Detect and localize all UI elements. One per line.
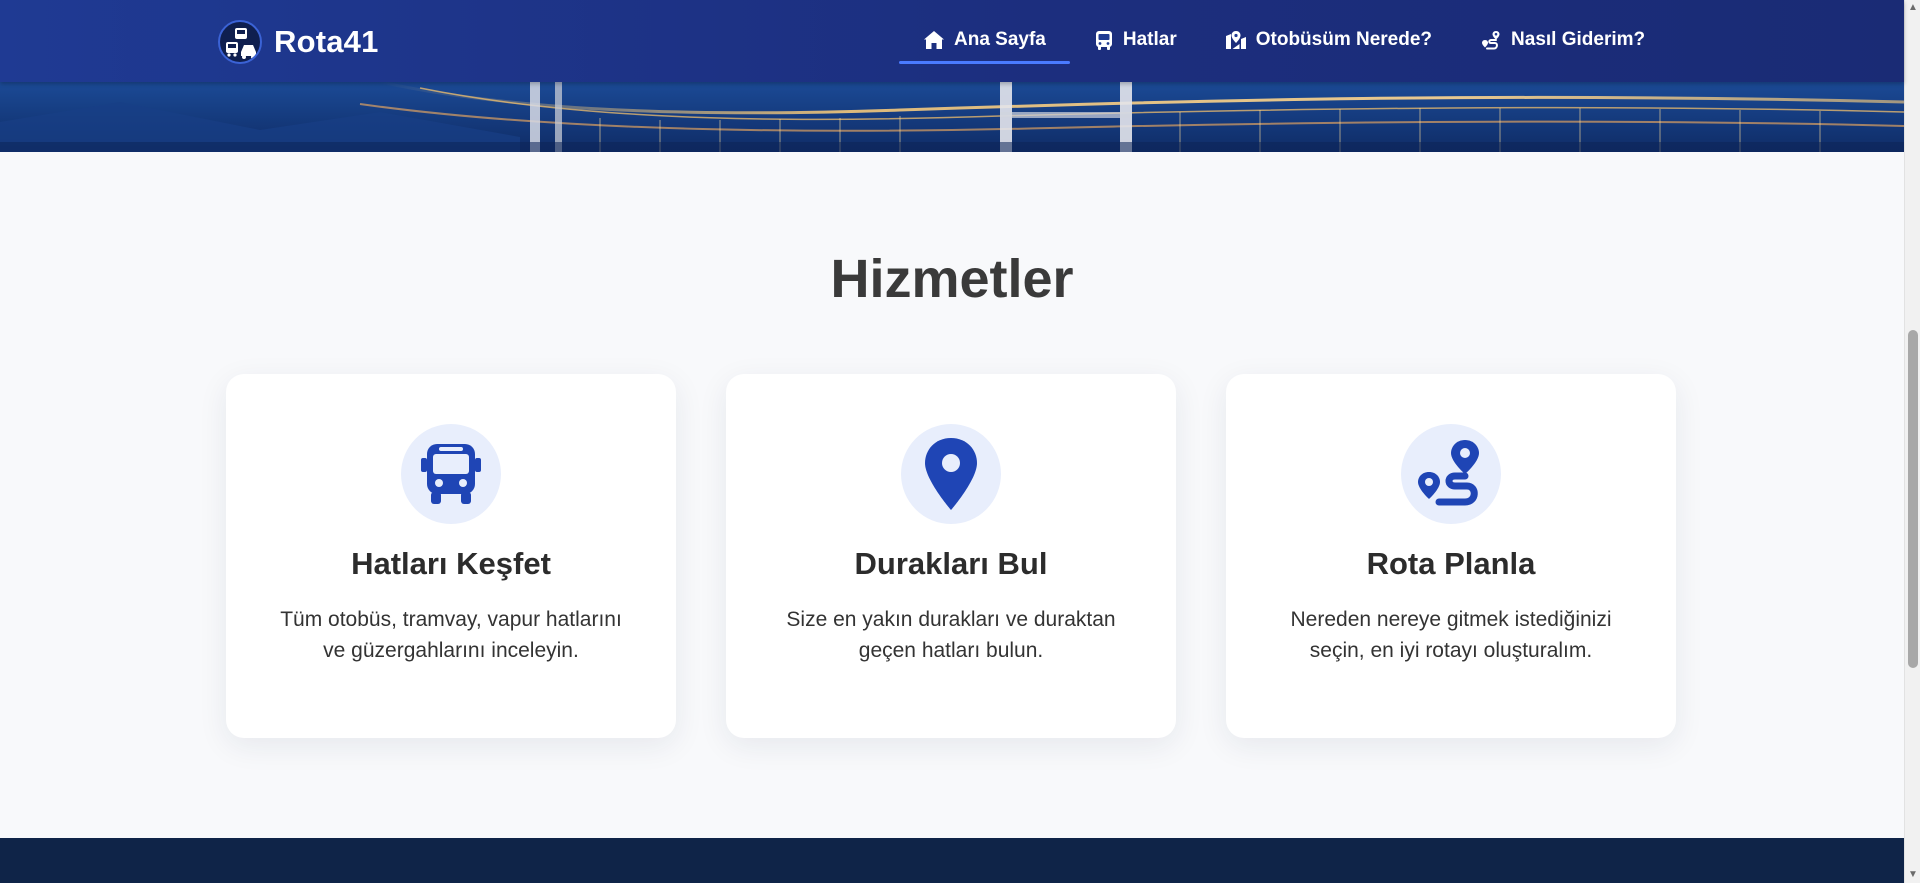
card-icon-circle bbox=[1401, 424, 1501, 524]
location-pin-icon bbox=[925, 438, 977, 510]
footer bbox=[0, 838, 1904, 883]
card-description-line: ve güzergahlarını inceleyin. bbox=[323, 639, 579, 662]
scroll-up-arrow-icon[interactable]: ▲ bbox=[1905, 0, 1920, 16]
card-title: Hatları Keşfet bbox=[351, 546, 551, 581]
navbar: Rota41 Ana Sayfa Hatlar Otobüsüm Nerede?… bbox=[0, 0, 1904, 82]
service-card-hatlari-kesfet[interactable]: Hatları Keşfet Tüm otobüs, tramvay, vapu… bbox=[226, 374, 676, 738]
card-title: Durakları Bul bbox=[854, 546, 1048, 581]
route-icon bbox=[1482, 30, 1500, 49]
nav-label: Otobüsüm Nerede? bbox=[1255, 29, 1433, 50]
card-description-line: geçen hatları bulun. bbox=[858, 639, 1044, 662]
transit-logo-icon bbox=[218, 20, 262, 64]
card-description-line: Nereden nereye gitmek istediğinizi bbox=[1290, 608, 1612, 631]
card-description: Nereden nereye gitmek istediğinizi seçin… bbox=[1256, 604, 1646, 666]
card-icon-circle bbox=[901, 424, 1001, 524]
main-nav: Ana Sayfa Hatlar Otobüsüm Nerede? Nasıl … bbox=[899, 17, 1669, 64]
nav-label: Hatlar bbox=[1122, 29, 1177, 50]
vertical-scrollbar[interactable]: ▲ ▼ bbox=[1904, 0, 1920, 883]
scroll-down-arrow-icon[interactable]: ▼ bbox=[1905, 867, 1920, 883]
page: Rota41 Ana Sayfa Hatlar Otobüsüm Nerede?… bbox=[0, 0, 1920, 883]
card-icon-circle bbox=[401, 424, 501, 524]
service-card-duraklari-bul[interactable]: Durakları Bul Size en yakın durakları ve… bbox=[726, 374, 1176, 738]
nav-label: Ana Sayfa bbox=[954, 29, 1046, 50]
scrollbar-thumb[interactable] bbox=[1908, 330, 1918, 668]
nav-item-hatlar[interactable]: Hatlar bbox=[1070, 19, 1201, 61]
card-description-line: Tüm otobüs, tramvay, vapur hatlarını bbox=[280, 608, 622, 631]
card-description-line: seçin, en iyi rotayı oluşturalım. bbox=[1309, 639, 1593, 662]
card-description: Tüm otobüs, tramvay, vapur hatlarını ve … bbox=[256, 604, 646, 666]
card-description-line: Size en yakın durakları ve duraktan bbox=[786, 608, 1116, 631]
brand[interactable]: Rota41 bbox=[218, 20, 379, 64]
nav-label: Nasıl Giderim? bbox=[1511, 29, 1646, 50]
map-location-icon bbox=[1225, 31, 1246, 49]
card-description: Size en yakın durakları ve duraktan geçe… bbox=[756, 604, 1146, 666]
hero-image bbox=[0, 82, 1904, 152]
route-icon bbox=[1418, 440, 1479, 506]
brand-name: Rota41 bbox=[274, 24, 379, 59]
home-icon bbox=[924, 31, 944, 49]
card-title: Rota Planla bbox=[1366, 546, 1536, 581]
bus-icon bbox=[1095, 30, 1112, 50]
service-card-rota-planla[interactable]: Rota Planla Nereden nereye gitmek istedi… bbox=[1226, 374, 1676, 738]
nav-item-nasil-giderim[interactable]: Nasıl Giderim? bbox=[1456, 19, 1669, 61]
bus-icon bbox=[421, 444, 481, 504]
services-title: Hizmetler bbox=[830, 249, 1074, 309]
nav-item-ana-sayfa[interactable]: Ana Sayfa bbox=[899, 19, 1070, 64]
nav-item-otobusum-nerede[interactable]: Otobüsüm Nerede? bbox=[1201, 19, 1456, 61]
